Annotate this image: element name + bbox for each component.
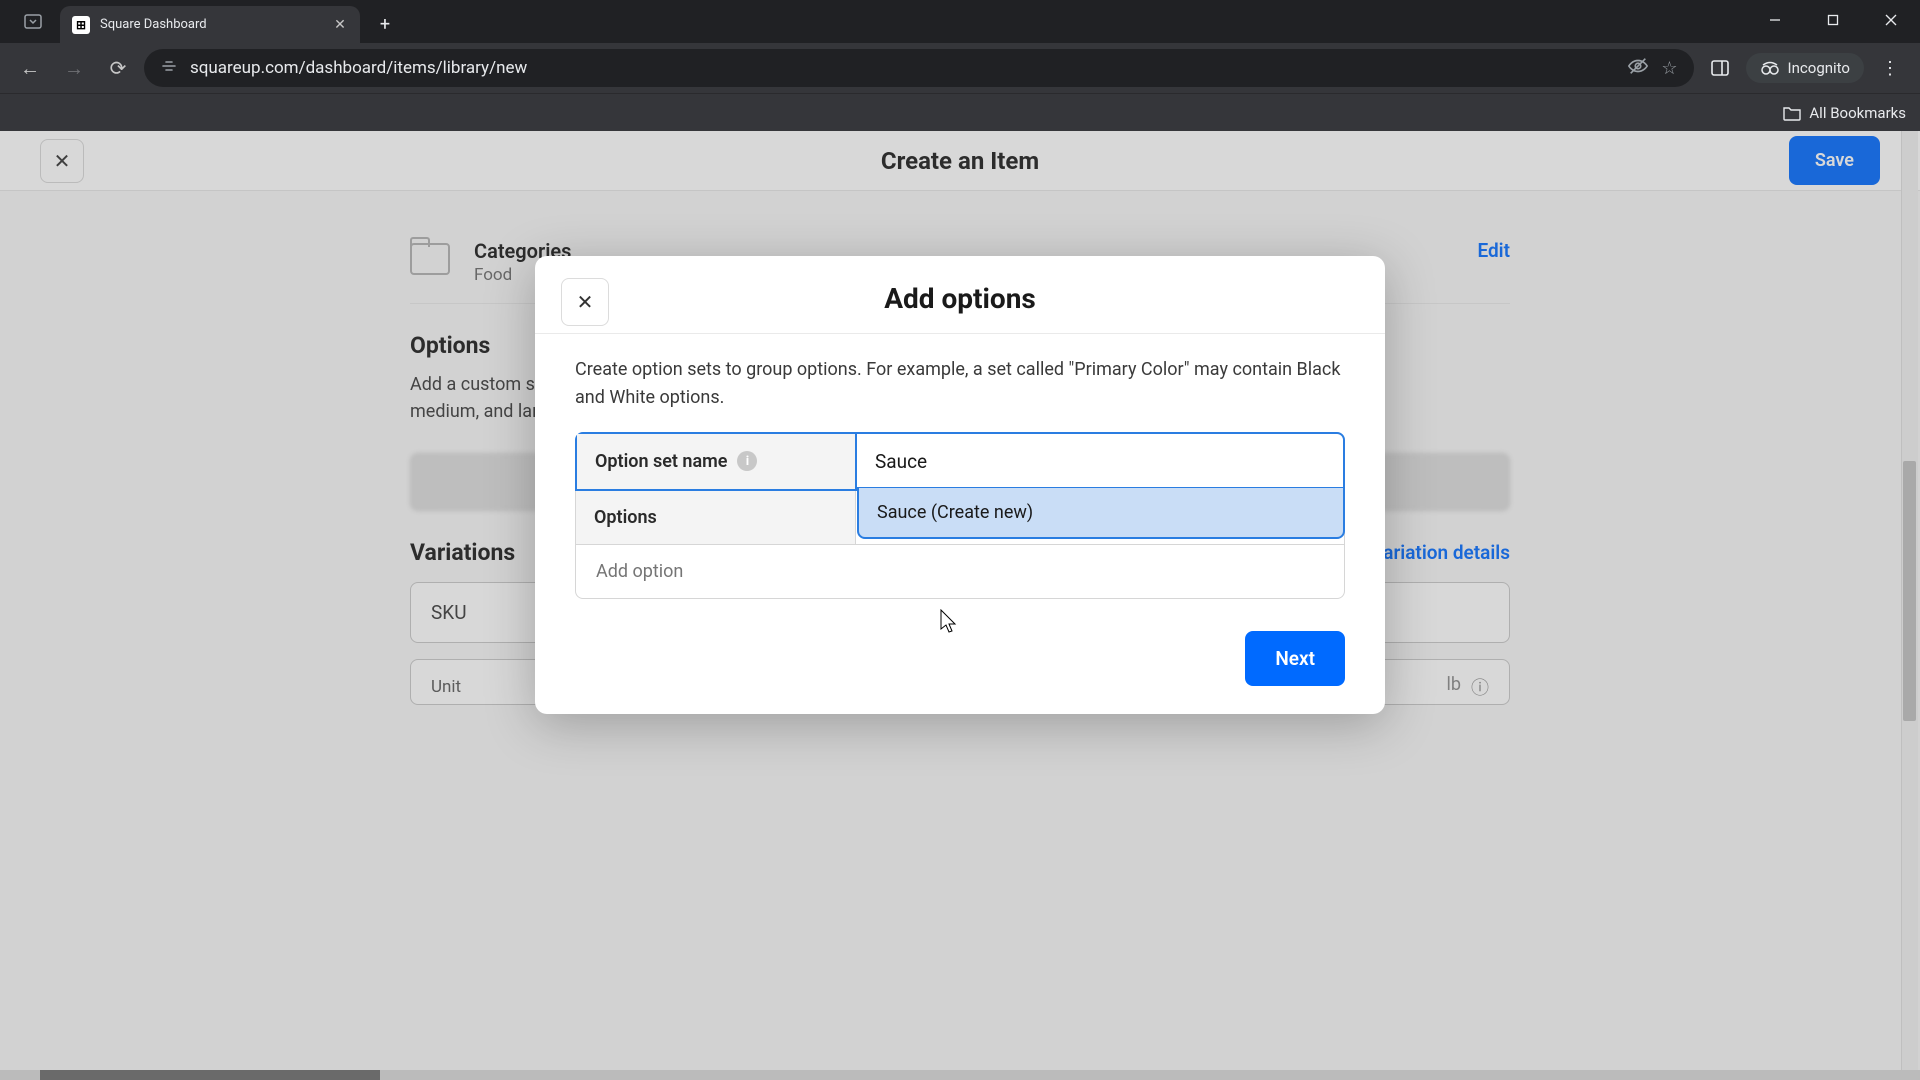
info-icon[interactable]: i: [737, 451, 757, 471]
back-button[interactable]: ←: [12, 50, 48, 86]
incognito-badge[interactable]: Incognito: [1746, 53, 1864, 83]
tab-title: Square Dashboard: [100, 17, 322, 32]
tab-favicon: ⊞: [72, 16, 90, 34]
modal-title: Add options: [565, 282, 1355, 315]
reload-button[interactable]: ⟳: [100, 50, 136, 86]
option-set-row: Option set name i Sauce (Create new): [575, 432, 1345, 491]
bookmarks-bar: All Bookmarks: [0, 93, 1920, 131]
window-controls: [1746, 0, 1920, 43]
modal-header: ✕ Add options: [535, 256, 1385, 333]
incognito-label: Incognito: [1788, 59, 1850, 77]
tab-search-button[interactable]: [10, 0, 56, 43]
site-info-icon[interactable]: [160, 57, 178, 80]
modal-body: Create option sets to group options. For…: [535, 334, 1385, 611]
browser-menu-button[interactable]: ⋮: [1872, 50, 1908, 86]
add-option-input[interactable]: [596, 561, 1324, 582]
new-tab-button[interactable]: +: [370, 9, 400, 39]
option-set-input-cell: [857, 434, 1343, 489]
eye-off-icon[interactable]: [1627, 55, 1649, 82]
bookmark-star-icon[interactable]: ☆: [1661, 58, 1677, 79]
minimize-button[interactable]: [1746, 0, 1804, 40]
options-label: Options: [576, 491, 856, 544]
maximize-button[interactable]: [1804, 0, 1862, 40]
tab-close-icon[interactable]: ✕: [332, 17, 348, 33]
add-option-row: [575, 545, 1345, 599]
add-options-modal: ✕ Add options Create option sets to grou…: [535, 256, 1385, 714]
url-bar[interactable]: squareup.com/dashboard/items/library/new…: [144, 49, 1694, 87]
modal-description: Create option sets to group options. For…: [575, 356, 1345, 412]
option-set-label-cell: Option set name i: [577, 434, 857, 489]
modal-close-button[interactable]: ✕: [561, 278, 609, 326]
option-set-name-input[interactable]: [857, 434, 1343, 489]
folder-icon: [1783, 105, 1801, 121]
page-viewport: ✕ Create an Item Save Categories Food Ed…: [0, 131, 1920, 1080]
tab-bar: ⊞ Square Dashboard ✕ +: [0, 0, 1920, 43]
all-bookmarks-button[interactable]: All Bookmarks: [1783, 104, 1906, 122]
close-window-button[interactable]: [1862, 0, 1920, 40]
next-button[interactable]: Next: [1245, 631, 1345, 686]
url-text: squareup.com/dashboard/items/library/new: [190, 58, 1615, 78]
suggestion-create-new[interactable]: Sauce (Create new): [859, 488, 1343, 537]
option-set-suggestion-dropdown: Sauce (Create new): [857, 487, 1345, 539]
modal-footer: Next: [535, 611, 1385, 696]
side-panel-icon[interactable]: [1702, 50, 1738, 86]
option-set-label: Option set name: [595, 451, 727, 472]
address-bar: ← → ⟳ squareup.com/dashboard/items/libra…: [0, 43, 1920, 93]
incognito-icon: [1760, 61, 1780, 75]
forward-button[interactable]: →: [56, 50, 92, 86]
browser-tab[interactable]: ⊞ Square Dashboard ✕: [60, 6, 360, 43]
browser-chrome: ⊞ Square Dashboard ✕ + ← → ⟳ squareup.co…: [0, 0, 1920, 131]
all-bookmarks-label: All Bookmarks: [1809, 104, 1906, 122]
